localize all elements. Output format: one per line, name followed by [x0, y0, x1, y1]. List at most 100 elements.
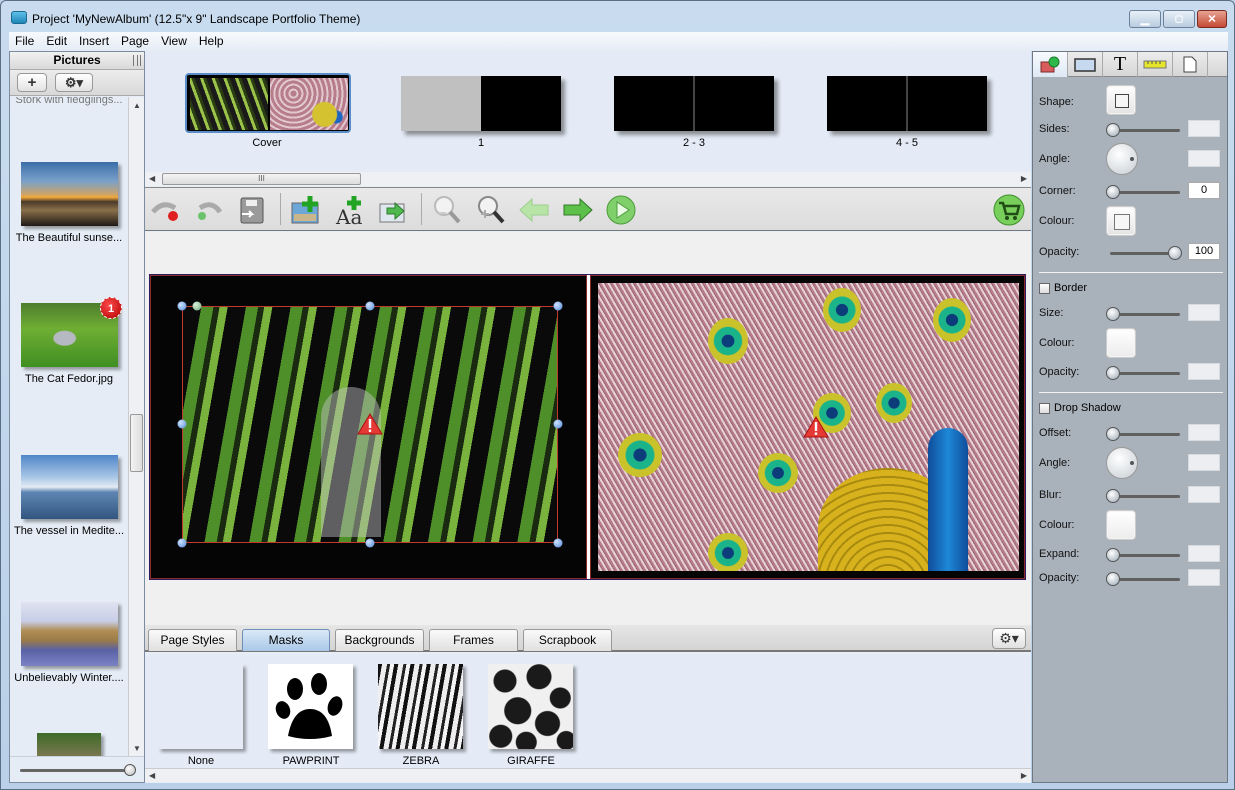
shape-picker-button[interactable] — [1106, 85, 1136, 115]
resize-handle[interactable] — [553, 301, 563, 311]
angle-value-field[interactable] — [1188, 150, 1220, 167]
page-thumb-2-3[interactable] — [614, 76, 774, 131]
mask-item-giraffe[interactable]: GIRAFFE — [488, 664, 574, 767]
resize-handle[interactable] — [553, 538, 563, 548]
library-settings-button[interactable]: ⚙▾ — [992, 628, 1026, 649]
page-thumb-1[interactable] — [401, 76, 561, 131]
opacity-value-field[interactable]: 100 — [1188, 243, 1220, 260]
close-button[interactable]: ✕ — [1197, 10, 1227, 28]
right-page[interactable] — [590, 275, 1025, 579]
angle-dial[interactable] — [1106, 143, 1138, 175]
picture-item[interactable]: Stork with fledglings... — [10, 97, 128, 106]
minimize-button[interactable]: ▁ — [1129, 10, 1161, 28]
pictures-settings-button[interactable]: ⚙▾ — [55, 73, 93, 92]
menu-edit[interactable]: Edit — [40, 32, 73, 48]
tab-backgrounds[interactable]: Backgrounds — [335, 629, 424, 651]
border-opacity-field[interactable] — [1188, 363, 1220, 380]
corner-slider[interactable] — [1106, 185, 1182, 199]
shadow-blur-field[interactable] — [1188, 486, 1220, 503]
shape-colour-button[interactable] — [1106, 206, 1136, 236]
scroll-up-icon[interactable]: ▲ — [133, 101, 141, 110]
scroll-right-icon[interactable]: ▶ — [1021, 771, 1027, 780]
border-checkbox[interactable] — [1039, 283, 1050, 294]
add-picture-button[interactable]: + — [17, 73, 47, 92]
picture-item[interactable]: The Cat Fedor.jpg 1 — [10, 297, 128, 385]
opacity-slider[interactable] — [1106, 246, 1182, 260]
resize-handle[interactable] — [177, 419, 187, 429]
shadow-offset-field[interactable] — [1188, 424, 1220, 441]
undo-button[interactable] — [149, 194, 181, 226]
redo-button[interactable] — [192, 194, 224, 226]
shadow-blur-slider[interactable] — [1106, 489, 1182, 503]
border-opacity-slider[interactable] — [1106, 366, 1182, 380]
play-preview-button[interactable] — [605, 194, 637, 226]
picture-item[interactable]: The Beautiful sunse... — [10, 162, 128, 244]
scroll-left-icon[interactable]: ◀ — [149, 174, 155, 183]
pages-scroll-thumb[interactable]: III — [162, 173, 361, 185]
zoom-in-button[interactable] — [475, 194, 507, 226]
masks-scrollbar[interactable]: ◀ ▶ — [145, 768, 1031, 782]
shadow-colour-button[interactable] — [1106, 510, 1136, 540]
mask-item-zebra[interactable]: ZEBRA — [378, 664, 464, 767]
order-cart-button[interactable] — [993, 194, 1025, 226]
page-thumb-cover[interactable] — [185, 73, 351, 133]
export-button[interactable] — [377, 194, 409, 226]
border-colour-button[interactable] — [1106, 328, 1136, 358]
scroll-down-icon[interactable]: ▼ — [133, 744, 141, 753]
picture-item[interactable]: The vessel in Medite... — [10, 455, 128, 537]
low-resolution-warning-icon[interactable] — [803, 416, 829, 438]
page-thumb-4-5[interactable] — [827, 76, 987, 131]
border-size-field[interactable] — [1188, 304, 1220, 321]
maximize-button[interactable]: ▢ — [1163, 10, 1195, 28]
tab-page[interactable] — [1173, 52, 1208, 77]
pictures-scrollbar[interactable]: ▲ ▼ — [128, 97, 144, 757]
menu-page[interactable]: Page — [115, 32, 155, 48]
left-page[interactable] — [150, 275, 587, 579]
shadow-offset-slider[interactable] — [1106, 427, 1182, 441]
scroll-left-icon[interactable]: ◀ — [149, 771, 155, 780]
menu-file[interactable]: File — [9, 32, 40, 48]
mask-item-pawprint[interactable]: PAWPRINT — [268, 664, 354, 767]
previous-page-button[interactable] — [518, 194, 550, 226]
low-resolution-warning-icon[interactable] — [357, 413, 383, 435]
resize-handle[interactable] — [365, 538, 375, 548]
mask-item-none[interactable]: None — [158, 664, 244, 767]
tab-shape-properties[interactable] — [1033, 52, 1068, 77]
tab-masks[interactable]: Masks — [242, 629, 330, 651]
sides-value-field[interactable] — [1188, 120, 1220, 137]
menu-view[interactable]: View — [155, 32, 193, 48]
corner-value-field[interactable]: 0 — [1188, 182, 1220, 199]
thumbnail-size-slider[interactable] — [124, 764, 136, 776]
tab-page-styles[interactable]: Page Styles — [148, 629, 237, 651]
shadow-opacity-field[interactable] — [1188, 569, 1220, 586]
menu-help[interactable]: Help — [193, 32, 230, 48]
tab-frames[interactable]: Frames — [429, 629, 518, 651]
panel-grip-handle[interactable] — [133, 55, 141, 66]
tab-ruler[interactable] — [1138, 52, 1173, 77]
shadow-expand-field[interactable] — [1188, 545, 1220, 562]
menu-insert[interactable]: Insert — [73, 32, 115, 48]
shadow-opacity-slider[interactable] — [1106, 572, 1182, 586]
sides-slider[interactable] — [1106, 123, 1182, 137]
next-page-button[interactable] — [562, 194, 594, 226]
pictures-scroll-thumb[interactable] — [130, 414, 143, 472]
save-button[interactable] — [236, 194, 268, 226]
resize-handle[interactable] — [177, 301, 187, 311]
add-picture-toolbar-button[interactable] — [290, 194, 322, 226]
rotate-handle[interactable] — [192, 301, 202, 311]
scroll-right-icon[interactable]: ▶ — [1021, 174, 1027, 183]
resize-handle[interactable] — [553, 419, 563, 429]
add-text-button[interactable]: Aa — [334, 194, 366, 229]
tab-text[interactable]: T — [1103, 52, 1138, 77]
shadow-expand-slider[interactable] — [1106, 548, 1182, 562]
shadow-angle-dial[interactable] — [1106, 447, 1138, 479]
drop-shadow-checkbox[interactable] — [1039, 403, 1050, 414]
picture-item[interactable] — [10, 733, 128, 757]
zoom-out-button[interactable] — [431, 194, 463, 226]
resize-handle[interactable] — [177, 538, 187, 548]
tab-scrapbook[interactable]: Scrapbook — [523, 629, 612, 651]
resize-handle[interactable] — [365, 301, 375, 311]
border-size-slider[interactable] — [1106, 307, 1182, 321]
shadow-angle-field[interactable] — [1188, 454, 1220, 471]
pages-scrollbar[interactable]: ◀ III ▶ — [145, 172, 1031, 186]
